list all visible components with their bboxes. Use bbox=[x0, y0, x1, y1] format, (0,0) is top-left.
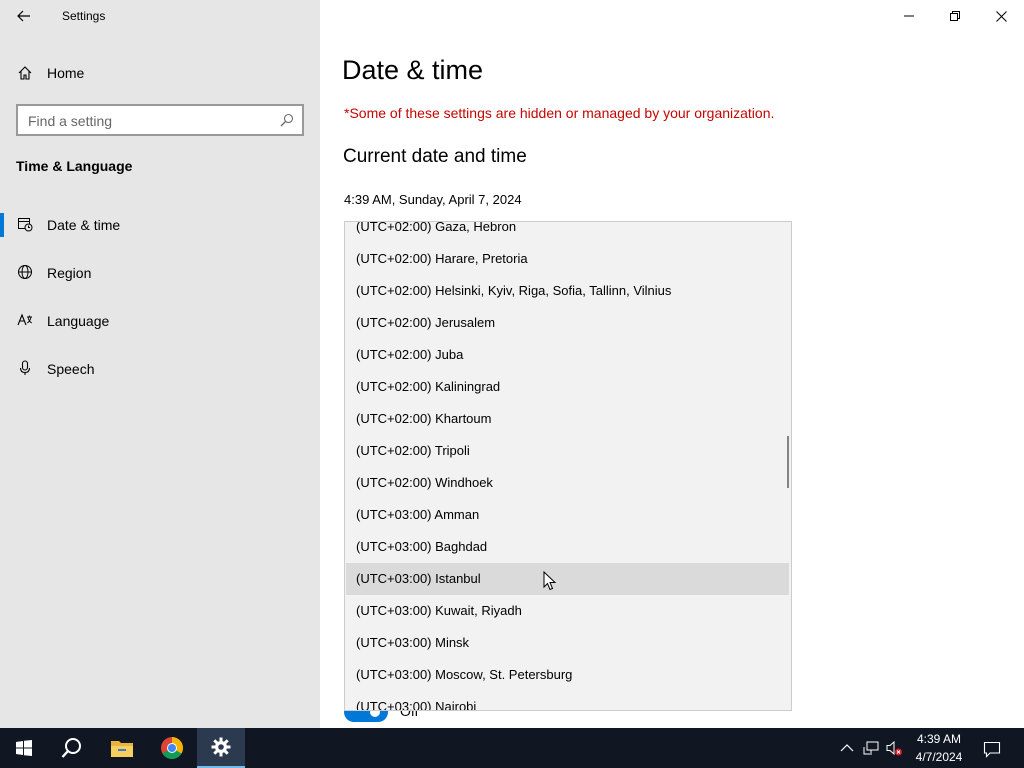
timezone-option[interactable]: (UTC+02:00) Kaliningrad bbox=[345, 371, 791, 403]
taskbar-settings[interactable] bbox=[197, 728, 245, 768]
timezone-options: (UTC+02:00) Gaza, Hebron (UTC+02:00) Har… bbox=[345, 222, 791, 710]
notification-icon[interactable] bbox=[983, 740, 1001, 758]
sidebar-item-home[interactable]: Home bbox=[0, 58, 320, 88]
microphone-icon bbox=[19, 360, 31, 375]
sidebar-item-date-time[interactable]: Date & time bbox=[0, 207, 320, 243]
back-button[interactable] bbox=[8, 2, 40, 30]
page-title: Date & time bbox=[342, 55, 484, 85]
timezone-option[interactable]: (UTC+02:00) Helsinki, Kyiv, Riga, Sofia,… bbox=[345, 275, 791, 307]
section-heading: Current date and time bbox=[343, 146, 527, 167]
timezone-option[interactable]: (UTC+03:00) Minsk bbox=[345, 627, 791, 659]
timezone-option[interactable]: (UTC+03:00) Moscow, St. Petersburg bbox=[345, 659, 791, 691]
settings-gear-icon bbox=[211, 737, 231, 757]
home-icon bbox=[18, 66, 32, 80]
date-time-icon bbox=[18, 218, 33, 232]
chrome-icon bbox=[161, 737, 183, 759]
section-title: Time & Language bbox=[16, 158, 133, 174]
timezone-option[interactable]: (UTC+03:00) Kuwait, Riyadh bbox=[345, 595, 791, 627]
search-input[interactable] bbox=[28, 112, 268, 130]
close-icon bbox=[995, 10, 1007, 22]
taskbar-chrome[interactable] bbox=[148, 728, 196, 768]
sidebar: Settings Home Time & Language Date & tim… bbox=[0, 0, 320, 728]
chevron-up-icon[interactable] bbox=[839, 740, 855, 756]
timezone-option[interactable]: (UTC+03:00) Baghdad bbox=[345, 531, 791, 563]
network-icon[interactable] bbox=[863, 740, 879, 756]
start-button[interactable] bbox=[0, 728, 48, 768]
taskbar-search-button[interactable] bbox=[48, 728, 96, 768]
sidebar-item-language[interactable]: Language bbox=[0, 303, 320, 339]
timezone-option[interactable]: (UTC+03:00) Nairobi bbox=[345, 691, 791, 710]
language-icon bbox=[17, 313, 33, 326]
globe-icon bbox=[18, 265, 32, 279]
current-datetime: 4:39 AM, Sunday, April 7, 2024 bbox=[344, 192, 522, 207]
scrollbar-thumb[interactable] bbox=[787, 436, 789, 488]
file-explorer-icon bbox=[111, 741, 133, 757]
timezone-option[interactable]: (UTC+02:00) Windhoek bbox=[345, 467, 791, 499]
close-button[interactable] bbox=[978, 0, 1024, 32]
sidebar-item-region[interactable]: Region bbox=[0, 255, 320, 291]
sidebar-item-label: Speech bbox=[47, 361, 95, 377]
timezone-option[interactable]: (UTC+02:00) Harare, Pretoria bbox=[345, 243, 791, 275]
restore-button[interactable] bbox=[932, 0, 978, 32]
restore-icon bbox=[950, 11, 960, 21]
timezone-option[interactable]: (UTC+02:00) Khartoum bbox=[345, 403, 791, 435]
search-box[interactable] bbox=[16, 104, 304, 136]
org-managed-notice: *Some of these settings are hidden or ma… bbox=[344, 105, 775, 121]
minimize-button[interactable] bbox=[886, 0, 932, 32]
timezone-option[interactable]: (UTC+02:00) Juba bbox=[345, 339, 791, 371]
active-indicator bbox=[0, 213, 4, 237]
taskbar-file-explorer[interactable] bbox=[98, 728, 146, 768]
sidebar-item-label: Date & time bbox=[47, 217, 121, 233]
taskbar-clock-date[interactable]: 4/7/2024 bbox=[900, 750, 978, 764]
sidebar-item-label: Region bbox=[47, 265, 92, 281]
search-icon bbox=[61, 738, 81, 758]
minimize-icon bbox=[904, 15, 914, 17]
sidebar-item-label: Home bbox=[47, 65, 85, 81]
search-icon bbox=[280, 113, 294, 127]
timezone-option[interactable]: (UTC+02:00) Tripoli bbox=[345, 435, 791, 467]
sidebar-item-label: Language bbox=[47, 313, 110, 329]
start-icon bbox=[16, 740, 32, 756]
app-title: Settings bbox=[62, 9, 106, 23]
timezone-dropdown-list[interactable]: (UTC+02:00) Gaza, Hebron (UTC+02:00) Har… bbox=[344, 221, 792, 711]
sidebar-item-speech[interactable]: Speech bbox=[0, 351, 320, 387]
taskbar-clock-time[interactable]: 4:39 AM bbox=[900, 732, 978, 746]
taskbar bbox=[0, 728, 1024, 768]
timezone-option-hovered[interactable]: (UTC+03:00) Istanbul bbox=[346, 563, 789, 595]
timezone-option[interactable]: (UTC+02:00) Gaza, Hebron bbox=[345, 222, 791, 243]
timezone-option[interactable]: (UTC+03:00) Amman bbox=[345, 499, 791, 531]
back-arrow-icon bbox=[17, 10, 30, 22]
timezone-option[interactable]: (UTC+02:00) Jerusalem bbox=[345, 307, 791, 339]
mouse-cursor-icon bbox=[543, 571, 557, 591]
